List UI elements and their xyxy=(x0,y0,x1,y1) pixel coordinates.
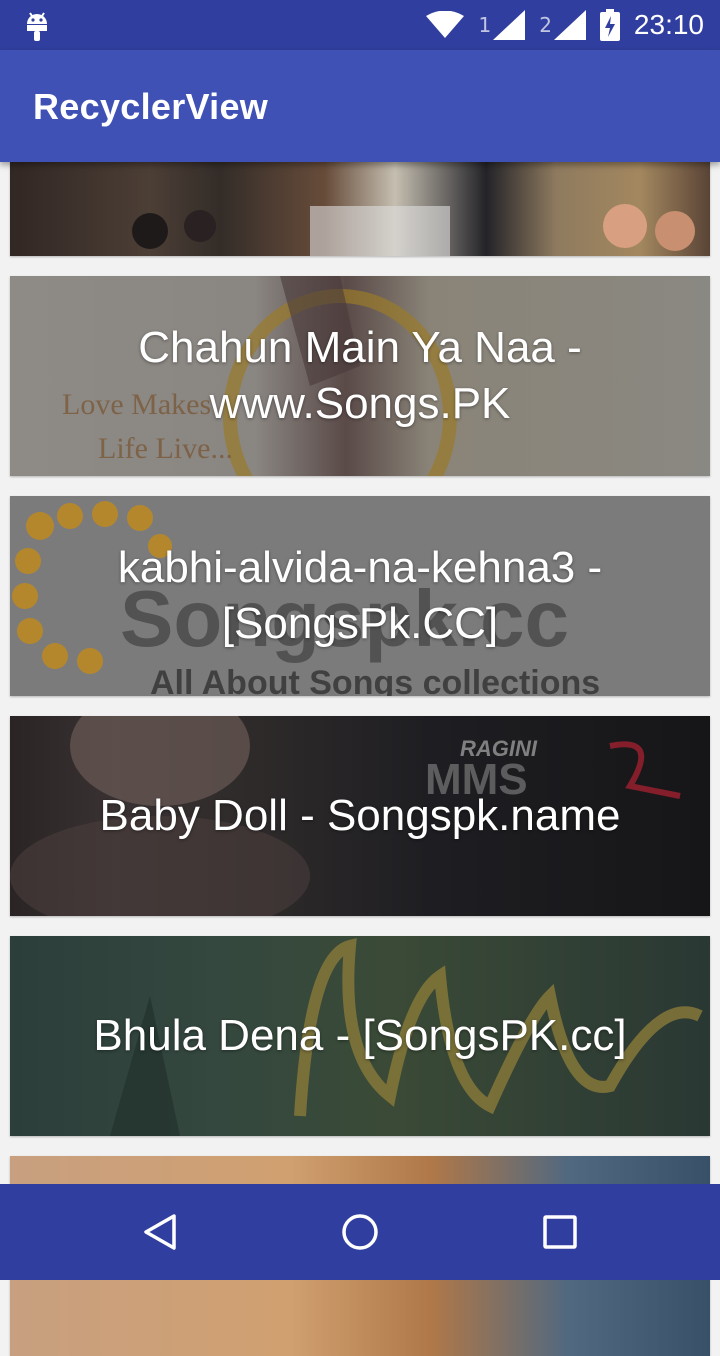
page-title: RecyclerView xyxy=(33,86,269,127)
signal-sim1: 1 xyxy=(478,10,526,40)
clock: 23:10 xyxy=(633,9,704,40)
battery-charging-icon xyxy=(599,9,620,41)
wifi-icon xyxy=(426,11,465,39)
song-title: Chahun Main Ya Naa - www.Songs.PK xyxy=(138,323,582,428)
home-icon[interactable] xyxy=(340,1212,380,1252)
signal-icon xyxy=(553,10,586,40)
status-bar: 1 2 23:10 xyxy=(0,0,720,50)
signal-sim2: 2 xyxy=(539,10,586,40)
recycler-list[interactable]: High Heels - www.Songs.PK Love Makes Lif… xyxy=(0,0,720,1356)
song-title: kabhi-alvida-na-kehna3 - [SongsPk.CC] xyxy=(117,543,603,648)
android-icon xyxy=(27,12,47,41)
list-item[interactable]: Love Makes Life Live... Chahun Main Ya N… xyxy=(10,276,710,476)
song-title: Bhula Dena - [SongsPK.cc] xyxy=(93,1011,627,1060)
app-bar: RecyclerView xyxy=(0,50,720,162)
navigation-bar xyxy=(0,1184,720,1280)
recents-icon[interactable] xyxy=(540,1212,580,1252)
list-item[interactable]: RAGINI MMS Baby Doll - Songspk.name xyxy=(10,716,710,916)
signal-icon xyxy=(493,10,526,40)
list-item[interactable]: Bhula Dena - [SongsPK.cc] xyxy=(10,936,710,1136)
list-item[interactable]: Songspk.cc All About Songs collections k… xyxy=(10,496,710,696)
back-icon[interactable] xyxy=(140,1212,180,1252)
song-title: Baby Doll - Songspk.name xyxy=(99,791,621,840)
